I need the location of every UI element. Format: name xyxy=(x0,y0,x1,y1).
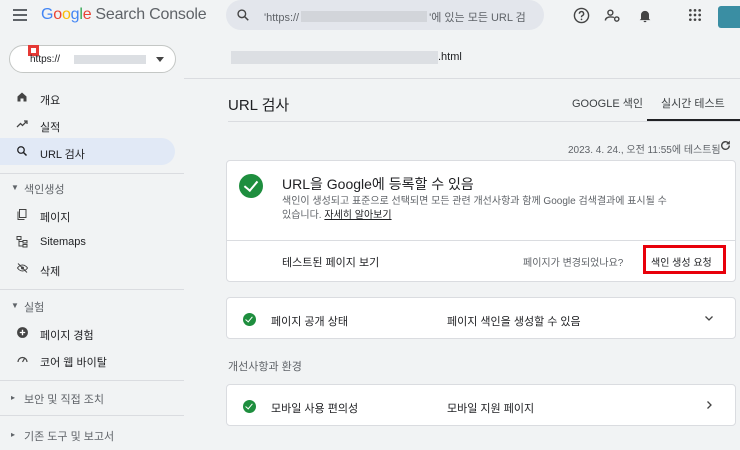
view-tested-page-button[interactable]: 테스트된 페이지 보기 xyxy=(282,254,379,270)
collapse-triangle-icon: ▼ xyxy=(11,183,19,192)
help-icon[interactable] xyxy=(573,7,590,24)
expand-triangle-icon: ▸ xyxy=(11,393,16,402)
page-availability-row[interactable]: 페이지 공개 상태 페이지 색인을 생성할 수 있음 xyxy=(226,297,736,339)
sidebar-item-label: 페이지 xyxy=(40,212,71,224)
trend-icon xyxy=(16,120,28,128)
section-label: 기존 도구 및 보고서 xyxy=(24,431,115,443)
check-circle-icon xyxy=(243,400,256,413)
row-label: 모바일 사용 편의성 xyxy=(271,403,359,415)
sidebar-item-core-web-vitals[interactable]: 코어 웹 바이탈 xyxy=(0,346,175,373)
home-icon xyxy=(17,92,27,102)
sidebar-item-label: 삭제 xyxy=(40,266,61,278)
url-inspect-search-bar[interactable]: 'https://'에 있는 모든 URL 검 xyxy=(226,0,544,30)
sidebar-item-url-inspection[interactable]: URL 검사 xyxy=(0,138,175,165)
check-circle-icon xyxy=(239,174,263,198)
account-avatar[interactable] xyxy=(718,6,740,28)
section-experience[interactable]: ▼ 실험 xyxy=(0,296,175,316)
inspected-url: .html xyxy=(438,51,462,63)
section-security[interactable]: ▸ 보안 및 직접 조치 xyxy=(0,388,175,408)
divider xyxy=(0,415,184,416)
sitemap-icon xyxy=(16,236,28,248)
chevron-down-icon[interactable] xyxy=(703,312,715,324)
result-description: 색인이 생성되고 표준으로 선택되면 모든 관련 개선사항과 함께 Google… xyxy=(282,196,667,221)
sidebar-item-label: 실적 xyxy=(40,122,61,134)
search-input[interactable]: 'https://'에 있는 모든 URL 검 xyxy=(264,9,526,25)
page-changed-question: 페이지가 변경되었나요? xyxy=(523,258,624,269)
row-value: 모바일 지원 페이지 xyxy=(447,403,535,415)
sidebar-item-label: 페이지 경험 xyxy=(40,330,94,342)
tab-google-index[interactable]: GOOGLE 색인 xyxy=(572,95,643,111)
sidebar-item-label: 개요 xyxy=(40,95,61,107)
tab-live-test[interactable]: 실시간 테스트 xyxy=(661,95,725,111)
pages-icon xyxy=(17,209,27,220)
result-title: URL을 Google에 등록할 수 있음 xyxy=(282,176,474,192)
google-search-console-logo[interactable]: Google Search Console xyxy=(41,6,207,24)
sidebar-item-removals[interactable]: 삭제 xyxy=(0,255,175,282)
tested-timestamp: 2023. 4. 24., 오전 11:55에 테스트됨 xyxy=(568,145,721,156)
sidebar-item-label: URL 검사 xyxy=(40,149,85,161)
page-title: URL 검사 xyxy=(228,97,290,114)
expand-triangle-icon: ▸ xyxy=(11,430,16,439)
removal-icon xyxy=(16,263,29,273)
section-label: 실험 xyxy=(24,302,45,314)
improvements-heading: 개선사항과 환경 xyxy=(228,361,302,373)
hamburger-menu-icon[interactable] xyxy=(13,9,27,21)
page-experience-icon xyxy=(17,327,28,338)
sidebar-item-page-experience[interactable]: 페이지 경험 xyxy=(0,319,175,346)
divider xyxy=(0,380,184,381)
property-selector[interactable]: https:// xyxy=(9,45,176,73)
sidebar-item-pages[interactable]: 페이지 xyxy=(0,201,175,228)
divider xyxy=(0,173,184,174)
search-icon xyxy=(17,146,28,157)
inspected-url-bar: .html xyxy=(184,33,740,79)
section-legacy[interactable]: ▸ 기존 도구 및 보고서 xyxy=(0,425,175,445)
redacted-property xyxy=(74,55,146,64)
sidebar-item-sitemaps[interactable]: Sitemaps xyxy=(0,228,175,255)
sidebar-item-label: 코어 웹 바이탈 xyxy=(40,357,107,369)
sidebar-item-performance[interactable]: 실적 xyxy=(0,111,175,138)
divider xyxy=(227,240,735,241)
divider xyxy=(228,121,740,122)
row-value: 페이지 색인을 생성할 수 있음 xyxy=(447,316,581,328)
redacted-url xyxy=(231,51,438,64)
divider xyxy=(0,289,184,290)
collapse-triangle-icon: ▼ xyxy=(11,301,19,310)
learn-more-link[interactable]: 자세히 알아보기 xyxy=(324,210,391,221)
section-label: 보안 및 직접 조치 xyxy=(24,394,105,406)
manage-users-icon[interactable] xyxy=(604,7,621,24)
sidebar-item-label: Sitemaps xyxy=(40,236,86,248)
chevron-right-icon[interactable] xyxy=(703,399,715,411)
main-content: .html URL 검사 GOOGLE 색인 실시간 테스트 2023. 4. … xyxy=(184,33,740,450)
section-label: 색인생성 xyxy=(24,184,65,196)
notifications-bell-icon[interactable] xyxy=(637,7,653,24)
chevron-down-icon xyxy=(156,57,164,62)
property-url: https:// xyxy=(30,54,61,65)
sidebar-item-overview[interactable]: 개요 xyxy=(0,84,175,111)
row-label: 페이지 공개 상태 xyxy=(271,316,348,328)
refresh-icon[interactable] xyxy=(719,139,732,152)
redacted-domain xyxy=(301,11,428,22)
result-card: URL을 Google에 등록할 수 있음 색인이 생성되고 표준으로 선택되면… xyxy=(226,160,736,282)
sidebar: https:// 개요 실적 URL 검사 ▼ 색인생성 페이지 Sitemap… xyxy=(0,33,184,450)
speed-icon xyxy=(17,356,28,363)
mobile-usability-row[interactable]: 모바일 사용 편의성 모바일 지원 페이지 xyxy=(226,384,736,426)
section-indexing[interactable]: ▼ 색인생성 xyxy=(0,178,175,198)
check-circle-icon xyxy=(243,313,256,326)
apps-grid-icon[interactable] xyxy=(687,7,703,23)
top-app-bar: Google Search Console 'https://'에 있는 모든 U… xyxy=(0,0,740,33)
request-indexing-button[interactable]: 색인 생성 요청 xyxy=(643,245,726,274)
search-icon xyxy=(237,9,249,21)
